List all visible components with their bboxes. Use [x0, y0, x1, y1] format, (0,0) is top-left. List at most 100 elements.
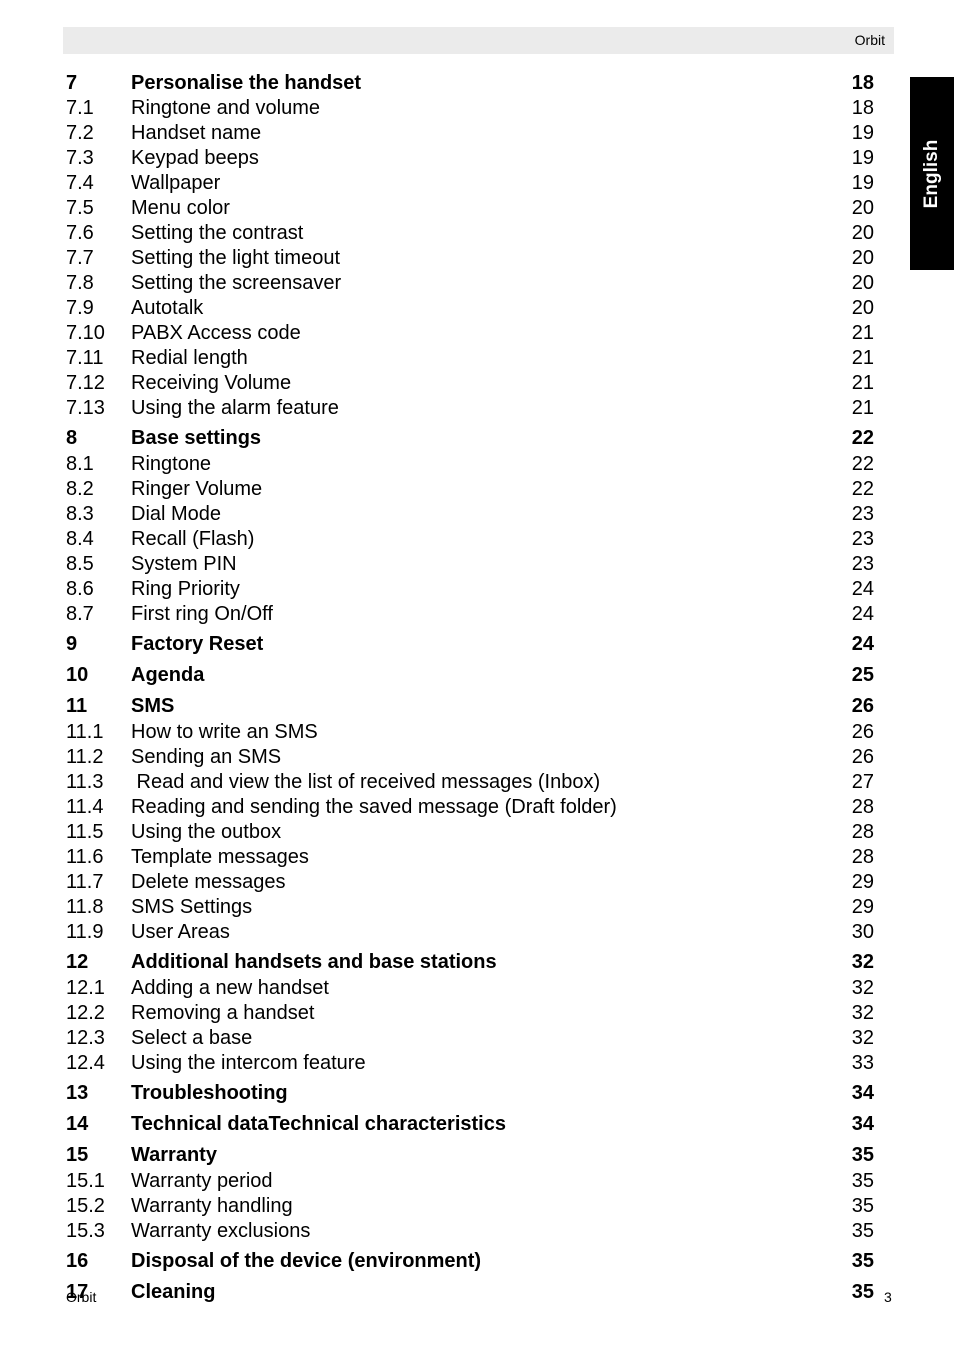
toc-entry-title[interactable]: PABX Access code	[131, 321, 301, 346]
toc-section-entry[interactable]: 7.13 Using the alarm feature 21	[66, 396, 874, 421]
toc-section-entry[interactable]: 8.7 First ring On/Off 24	[66, 602, 874, 627]
toc-entry-page[interactable]: 26	[852, 692, 874, 720]
toc-entry-page[interactable]: 26	[852, 720, 874, 745]
toc-entry-title[interactable]: Ringtone	[131, 452, 211, 477]
toc-section-entry[interactable]: 12.2 Removing a handset 32	[66, 1001, 874, 1026]
toc-entry-page[interactable]: 20	[852, 296, 874, 321]
toc-entry-title[interactable]: Receiving Volume	[131, 371, 291, 396]
toc-section-entry[interactable]: 11.1 How to write an SMS 26	[66, 720, 874, 745]
toc-chapter-entry[interactable]: 11 SMS 26	[66, 689, 874, 720]
toc-entry-page[interactable]: 35	[852, 1141, 874, 1169]
toc-entry-page[interactable]: 28	[852, 845, 874, 870]
toc-entry-page[interactable]: 27	[852, 770, 874, 795]
toc-section-entry[interactable]: 8.1 Ringtone 22	[66, 452, 874, 477]
toc-section-entry[interactable]: 8.5 System PIN 23	[66, 552, 874, 577]
toc-entry-page[interactable]: 34	[852, 1079, 874, 1107]
toc-entry-title[interactable]: Sending an SMS	[131, 745, 281, 770]
toc-entry-page[interactable]: 34	[852, 1110, 874, 1138]
toc-entry-title[interactable]: Cleaning	[131, 1278, 215, 1306]
toc-section-entry[interactable]: 8.6 Ring Priority 24	[66, 577, 874, 602]
toc-entry-title[interactable]: Setting the contrast	[131, 221, 303, 246]
toc-entry-page[interactable]: 32	[852, 976, 874, 1001]
toc-section-entry[interactable]: 7.9 Autotalk 20	[66, 296, 874, 321]
toc-entry-title[interactable]: SMS Settings	[131, 895, 252, 920]
toc-entry-page[interactable]: 32	[852, 1026, 874, 1051]
toc-entry-title[interactable]: Personalise the handset	[131, 71, 361, 96]
toc-section-entry[interactable]: 7.6 Setting the contrast 20	[66, 221, 874, 246]
toc-entry-page[interactable]: 22	[852, 452, 874, 477]
toc-entry-title[interactable]: Warranty	[131, 1141, 217, 1169]
toc-entry-page[interactable]: 22	[852, 424, 874, 452]
toc-entry-title[interactable]: Adding a new handset	[131, 976, 329, 1001]
toc-entry-title[interactable]: Factory Reset	[131, 630, 263, 658]
toc-section-entry[interactable]: 7.5 Menu color 20	[66, 196, 874, 221]
toc-entry-page[interactable]: 30	[852, 920, 874, 945]
toc-section-entry[interactable]: 15.2 Warranty handling 35	[66, 1194, 874, 1219]
toc-entry-page[interactable]: 22	[852, 477, 874, 502]
toc-entry-title[interactable]: Base settings	[131, 424, 261, 452]
toc-entry-title[interactable]: Setting the screensaver	[131, 271, 341, 296]
toc-entry-title[interactable]: Warranty exclusions	[131, 1219, 310, 1244]
toc-entry-page[interactable]: 35	[852, 1247, 874, 1275]
toc-entry-title[interactable]: Using the intercom feature	[131, 1051, 366, 1076]
toc-entry-title[interactable]: Keypad beeps	[131, 146, 259, 171]
toc-entry-title[interactable]: Handset name	[131, 121, 261, 146]
toc-entry-page[interactable]: 20	[852, 271, 874, 296]
toc-entry-page[interactable]: 21	[852, 321, 874, 346]
toc-chapter-entry[interactable]: 10 Agenda 25	[66, 658, 874, 689]
toc-entry-title[interactable]: Ring Priority	[131, 577, 240, 602]
toc-section-entry[interactable]: 8.3 Dial Mode 23	[66, 502, 874, 527]
toc-section-entry[interactable]: 11.8 SMS Settings 29	[66, 895, 874, 920]
toc-entry-title[interactable]: Warranty period	[131, 1169, 273, 1194]
toc-entry-title[interactable]: Autotalk	[131, 296, 203, 321]
toc-entry-page[interactable]: 23	[852, 527, 874, 552]
toc-entry-title[interactable]: Ringtone and volume	[131, 96, 320, 121]
toc-entry-title[interactable]: Agenda	[131, 661, 204, 689]
toc-entry-page[interactable]: 26	[852, 745, 874, 770]
toc-entry-title[interactable]: Ringer Volume	[131, 477, 262, 502]
toc-entry-page[interactable]: 32	[852, 948, 874, 976]
toc-entry-title[interactable]: First ring On/Off	[131, 602, 273, 627]
toc-entry-title[interactable]: How to write an SMS	[131, 720, 318, 745]
toc-entry-title[interactable]: Template messages	[131, 845, 309, 870]
toc-entry-page[interactable]: 20	[852, 221, 874, 246]
toc-section-entry[interactable]: 12.3 Select a base 32	[66, 1026, 874, 1051]
toc-entry-page[interactable]: 23	[852, 502, 874, 527]
toc-entry-page[interactable]: 25	[852, 661, 874, 689]
toc-entry-title[interactable]: Redial length	[131, 346, 248, 371]
toc-entry-page[interactable]: 19	[852, 171, 874, 196]
toc-entry-title[interactable]: Read and view the list of received messa…	[131, 770, 601, 795]
toc-entry-title[interactable]: Using the outbox	[131, 820, 281, 845]
toc-chapter-entry[interactable]: 12 Additional handsets and base stations 3…	[66, 945, 874, 976]
toc-entry-title[interactable]: Troubleshooting	[131, 1079, 288, 1107]
toc-section-entry[interactable]: 11.4 Reading and sending the saved messag…	[66, 795, 874, 820]
toc-entry-page[interactable]: 24	[852, 630, 874, 658]
toc-entry-page[interactable]: 28	[852, 820, 874, 845]
toc-entry-page[interactable]: 20	[852, 246, 874, 271]
toc-section-entry[interactable]: 11.9 User Areas 30	[66, 920, 874, 945]
toc-section-entry[interactable]: 7.3 Keypad beeps 19	[66, 146, 874, 171]
toc-entry-title[interactable]: User Areas	[131, 920, 230, 945]
toc-chapter-entry[interactable]: 14 Technical dataTechnical characteristic…	[66, 1107, 874, 1138]
toc-chapter-entry[interactable]: 13 Troubleshooting 34	[66, 1076, 874, 1107]
toc-entry-title[interactable]: Delete messages	[131, 870, 286, 895]
toc-section-entry[interactable]: 12.4 Using the intercom feature 33	[66, 1051, 874, 1076]
toc-section-entry[interactable]: 7.2 Handset name 19	[66, 121, 874, 146]
toc-entry-page[interactable]: 35	[852, 1219, 874, 1244]
toc-entry-page[interactable]: 35	[852, 1169, 874, 1194]
toc-section-entry[interactable]: 12.1 Adding a new handset 32	[66, 976, 874, 1001]
toc-entry-title[interactable]: Dial Mode	[131, 502, 221, 527]
toc-section-entry[interactable]: 7.11 Redial length 21	[66, 346, 874, 371]
toc-entry-page[interactable]: 21	[852, 396, 874, 421]
toc-section-entry[interactable]: 7.7 Setting the light timeout 20	[66, 246, 874, 271]
toc-entry-page[interactable]: 35	[852, 1278, 874, 1306]
toc-entry-page[interactable]: 20	[852, 196, 874, 221]
toc-section-entry[interactable]: 11.2 Sending an SMS 26	[66, 745, 874, 770]
toc-entry-page[interactable]: 28	[852, 795, 874, 820]
toc-section-entry[interactable]: 15.1 Warranty period 35	[66, 1169, 874, 1194]
toc-entry-title[interactable]: Disposal of the device (environment)	[131, 1247, 481, 1275]
toc-entry-page[interactable]: 18	[852, 96, 874, 121]
toc-entry-page[interactable]: 33	[852, 1051, 874, 1076]
toc-chapter-entry[interactable]: 8 Base settings 22	[66, 421, 874, 452]
toc-entry-page[interactable]: 21	[852, 346, 874, 371]
